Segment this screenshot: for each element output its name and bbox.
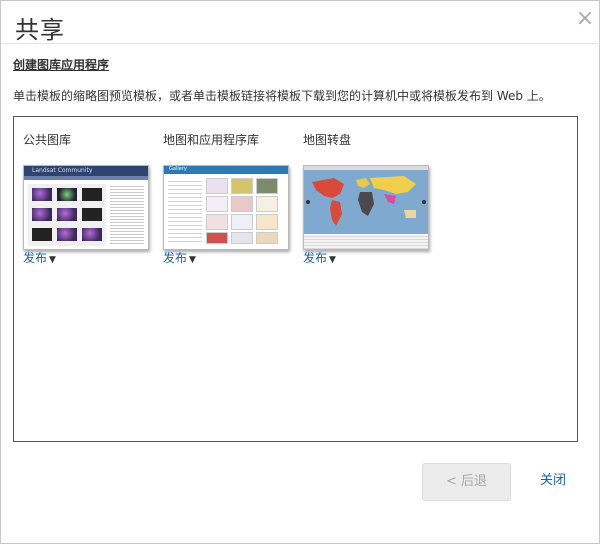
template-thumbnail-public-gallery[interactable]: Landsat Community xyxy=(23,165,149,250)
close-button[interactable]: 关闭 xyxy=(531,463,575,499)
publish-label: 发布 xyxy=(163,251,188,265)
close-icon[interactable]: × xyxy=(575,8,595,30)
thumbnail-cell xyxy=(231,178,253,194)
template-thumbnail-map-app-gallery[interactable]: Gallery xyxy=(163,165,289,250)
instructions-text: 单击模板的缩略图预览模板，或者单击模板链接将模板下载到您的计算机中或将模板发布到… xyxy=(13,89,551,103)
thumbnail-cell xyxy=(82,228,102,241)
thumbnail-cell xyxy=(206,178,228,194)
thumbnail-cell xyxy=(82,188,102,201)
thumbnail-cell xyxy=(206,196,228,212)
thumbnail-cell xyxy=(256,178,278,194)
thumbnail-cell xyxy=(231,196,253,212)
thumbnail-cell xyxy=(256,232,278,244)
publish-link[interactable]: 发布 ▼ xyxy=(163,249,196,266)
thumbnail-cell xyxy=(256,196,278,212)
thumbnail-cell xyxy=(206,232,228,244)
template-gallery: 公共图库 Landsat Community 发布 ▼ 地图和应用程序库 Gal… xyxy=(13,116,578,442)
publish-link[interactable]: 发布 ▼ xyxy=(23,249,56,266)
thumbnail-footer xyxy=(304,234,428,249)
publish-link[interactable]: 发布 ▼ xyxy=(303,249,336,266)
thumbnail-cell xyxy=(57,208,77,221)
thumbnail-cell xyxy=(82,208,102,221)
template-name: 地图和应用程序库 xyxy=(163,133,260,147)
template-map-app-gallery: 地图和应用程序库 Gallery 发布 ▼ xyxy=(163,131,289,265)
thumbnail-header: Landsat Community xyxy=(24,166,148,176)
thumbnail-bar xyxy=(24,176,148,180)
template-thumbnail-map-carousel[interactable] xyxy=(303,165,429,250)
thumbnail-cell xyxy=(206,214,228,230)
thumbnail-grid xyxy=(28,184,106,246)
thumbnail-cell xyxy=(57,228,77,241)
template-public-gallery: 公共图库 Landsat Community 发布 ▼ xyxy=(23,131,149,265)
thumbnail-header: Gallery xyxy=(164,166,288,174)
thumbnail-text-column xyxy=(168,178,202,244)
publish-label: 发布 xyxy=(303,251,328,265)
caret-down-icon: ▼ xyxy=(49,255,56,265)
thumbnail-world-map xyxy=(304,170,428,234)
caret-down-icon: ▼ xyxy=(329,255,336,265)
thumbnail-cell xyxy=(32,228,52,241)
section-heading: 创建图库应用程序 xyxy=(13,58,110,72)
thumbnail-text-column xyxy=(110,184,144,246)
template-name: 地图转盘 xyxy=(303,133,352,147)
share-dialog: 共享 × 创建图库应用程序 单击模板的缩略图预览模板，或者单击模板链接将模板下载… xyxy=(0,0,600,544)
thumbnail-cell xyxy=(32,208,52,221)
thumbnail-cell xyxy=(256,214,278,230)
thumbnail-cell xyxy=(231,214,253,230)
world-map-graphic xyxy=(306,176,426,226)
thumbnail-caption: Gallery xyxy=(169,166,187,172)
title-divider xyxy=(1,43,600,44)
dialog-title: 共享 xyxy=(15,16,65,44)
thumbnail-cell xyxy=(57,188,77,201)
back-button[interactable]: < 后退 xyxy=(422,463,511,501)
template-name: 公共图库 xyxy=(23,133,72,147)
thumbnail-caption: Landsat Community xyxy=(32,167,93,174)
publish-label: 发布 xyxy=(23,251,48,265)
template-map-carousel: 地图转盘 发布 ▼ xyxy=(303,131,429,265)
thumbnail-cell xyxy=(32,188,52,201)
caret-down-icon: ▼ xyxy=(189,255,196,265)
thumbnail-cell xyxy=(231,232,253,244)
